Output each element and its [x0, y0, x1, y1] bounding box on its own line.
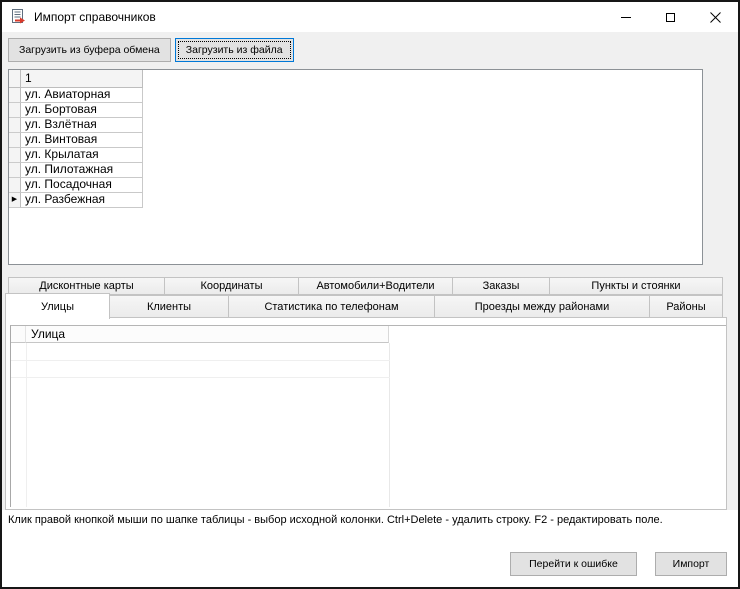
- target-grid-header-row: Улица: [11, 326, 726, 343]
- tab-strip-row-1: Дисконтные карты Координаты Автомобили+В…: [8, 277, 723, 295]
- street-cell[interactable]: ул. Пилотажная: [21, 163, 143, 178]
- table-row[interactable]: ул. Посадочная: [9, 178, 702, 193]
- row-selector-cell[interactable]: [9, 163, 21, 178]
- grid-line: [11, 360, 390, 361]
- tab[interactable]: Проезды между районами: [434, 295, 650, 318]
- table-row[interactable]: ▶ ул. Разбежная: [9, 193, 702, 208]
- row-selector-cell[interactable]: [9, 133, 21, 148]
- target-grid-column-header[interactable]: Улица: [26, 326, 389, 343]
- maximize-button[interactable]: [648, 2, 693, 32]
- window-title: Импорт справочников: [34, 10, 156, 24]
- row-selector-cell[interactable]: [9, 118, 21, 133]
- source-grid-body: ул. Авиаторная ул. Бортовая ул. Взлётная…: [9, 88, 702, 208]
- row-selector-cell[interactable]: [9, 103, 21, 118]
- source-grid-column-header[interactable]: 1: [21, 70, 143, 88]
- row-selector-cell[interactable]: [9, 88, 21, 103]
- close-button[interactable]: [693, 2, 738, 32]
- table-row[interactable]: ул. Взлётная: [9, 118, 702, 133]
- tab[interactable]: Автомобили+Водители: [298, 277, 453, 295]
- street-cell[interactable]: ул. Бортовая: [21, 103, 143, 118]
- minimize-icon: [621, 17, 631, 18]
- load-from-file-button[interactable]: Загрузить из файла: [175, 38, 294, 62]
- import-button[interactable]: Импорт: [655, 552, 727, 576]
- table-row[interactable]: ул. Винтовая: [9, 133, 702, 148]
- row-selector-cell[interactable]: [9, 178, 21, 193]
- source-grid-header-row: 1: [9, 70, 702, 88]
- tab[interactable]: Статистика по телефонам: [228, 295, 435, 318]
- table-row[interactable]: ул. Пилотажная: [9, 163, 702, 178]
- street-cell[interactable]: ул. Посадочная: [21, 178, 143, 193]
- street-cell[interactable]: ул. Крылатая: [21, 148, 143, 163]
- grid-line: [11, 377, 390, 378]
- row-selector-cell[interactable]: [9, 148, 21, 163]
- street-cell[interactable]: ул. Взлётная: [21, 118, 143, 133]
- status-hint: Клик правой кнопкой мыши по шапке таблиц…: [8, 514, 663, 526]
- tab-strip-row-2: Улицы Клиенты Статистика по телефонам Пр…: [5, 295, 723, 318]
- row-selector-cell[interactable]: ▶: [9, 193, 21, 208]
- grid-line: [389, 343, 390, 507]
- street-cell[interactable]: ул. Авиаторная: [21, 88, 143, 103]
- street-cell[interactable]: ул. Разбежная: [21, 193, 143, 208]
- load-from-clipboard-button[interactable]: Загрузить из буфера обмена: [8, 38, 171, 62]
- import-dictionaries-dialog: Импорт справочников Клик правой кнопкой …: [0, 0, 740, 589]
- footer-buttons: Перейти к ошибке Импорт: [510, 552, 727, 576]
- tab[interactable]: Координаты: [164, 277, 299, 295]
- table-row[interactable]: ул. Крылатая: [9, 148, 702, 163]
- close-icon: [710, 12, 721, 23]
- toolbar: Загрузить из буфера обмена Загрузить из …: [8, 38, 294, 62]
- minimize-button[interactable]: [603, 2, 648, 32]
- titlebar: Импорт справочников: [2, 2, 738, 32]
- target-grid-corner-cell[interactable]: [11, 326, 26, 343]
- import-document-icon: [10, 9, 26, 25]
- bottom-panel: Клик правой кнопкой мыши по шапке таблиц…: [2, 510, 738, 587]
- tab-page-streets: Улица: [5, 317, 727, 510]
- tab[interactable]: Пункты и стоянки: [549, 277, 723, 295]
- tab[interactable]: Районы: [649, 295, 723, 318]
- tab[interactable]: Заказы: [452, 277, 550, 295]
- street-cell[interactable]: ул. Винтовая: [21, 133, 143, 148]
- table-row[interactable]: ул. Бортовая: [9, 103, 702, 118]
- maximize-icon: [666, 13, 675, 22]
- window-controls: [603, 2, 738, 32]
- source-data-grid[interactable]: 1 ул. Авиаторная ул. Бортовая ул. Взлётн…: [8, 69, 703, 265]
- goto-error-button[interactable]: Перейти к ошибке: [510, 552, 637, 576]
- source-grid-corner-cell[interactable]: [9, 70, 21, 88]
- table-row[interactable]: ул. Авиаторная: [9, 88, 702, 103]
- tab[interactable]: Улицы: [5, 293, 110, 319]
- grid-line: [26, 343, 27, 507]
- tab[interactable]: Клиенты: [109, 295, 229, 318]
- target-data-grid[interactable]: Улица: [10, 325, 726, 507]
